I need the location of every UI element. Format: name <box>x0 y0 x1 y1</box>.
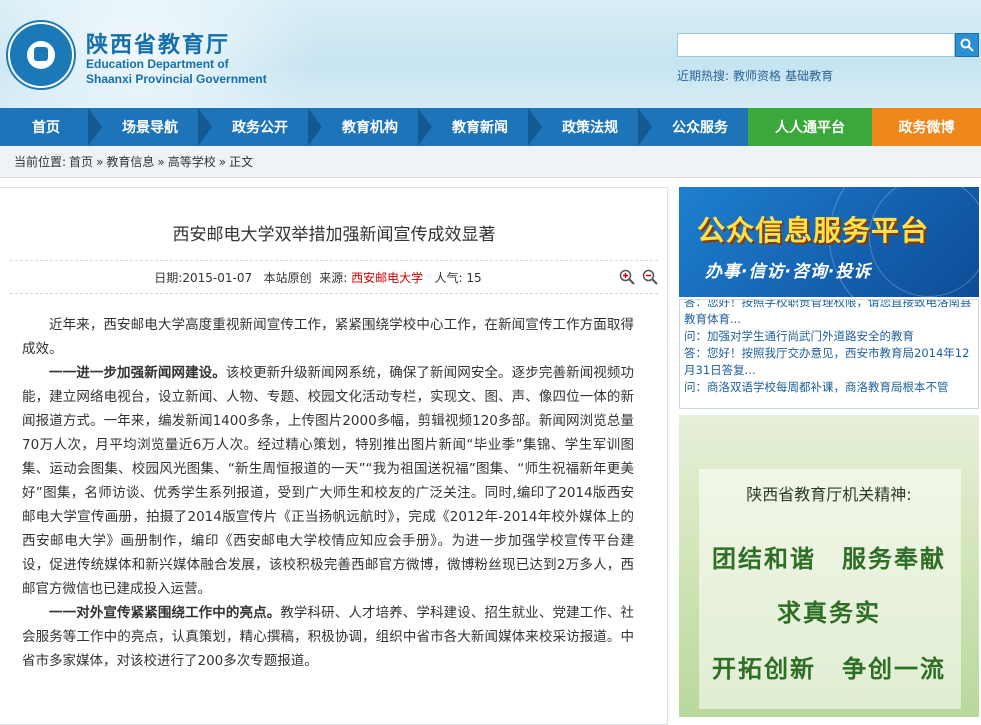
breadcrumb-label: 当前位置: <box>14 155 67 169</box>
banner-title: 公众信息服务平台 <box>697 214 930 247</box>
hot-search: 近期热搜: 教师资格 基础教育 <box>677 67 837 84</box>
hot-link-teacher[interactable]: 教师资格 <box>733 69 781 83</box>
nav-separator <box>308 108 322 146</box>
search-icon <box>960 38 974 52</box>
paragraph-text: 该校更新升级新闻网系统，确保了新闻网安全。逐步完善新闻视频功能，建立网络电视台，… <box>22 365 635 597</box>
article-source[interactable]: 西安邮电大学 <box>351 271 423 285</box>
breadcrumb-sep: » <box>96 154 104 169</box>
nav-item-policy[interactable]: 政策法规 <box>542 108 638 146</box>
qa-list: 答：您好！按照学校职责管理权限，请您直接致电洛南县教育体育... 问：加强对学生… <box>679 299 979 409</box>
breadcrumb-sep: » <box>218 154 227 169</box>
zoom-in-icon[interactable] <box>619 269 635 285</box>
banner-subtitle: 办事·信访·咨询·投诉 <box>705 262 872 282</box>
nav-item-gov-open[interactable]: 政务公开 <box>212 108 308 146</box>
search-button[interactable] <box>955 33 979 57</box>
nav-item-scenes[interactable]: 场景导航 <box>102 108 198 146</box>
spirit-line: 求真务实 <box>777 598 881 627</box>
breadcrumb: 当前位置: 首页 » 教育信息 » 高等学校 » 正文 <box>0 146 981 178</box>
article-body: 近年来，西安邮电大学高度重视新闻宣传工作，紧紧围绕学校中心工作，在新闻宣传工作方… <box>22 313 634 673</box>
nav-item-public-service[interactable]: 公众服务 <box>652 108 748 146</box>
breadcrumb-sep: » <box>157 154 165 169</box>
article-views: 15 <box>466 271 482 285</box>
nav-item-renrentong[interactable]: 人人通平台 <box>748 108 872 146</box>
hot-link-basic-edu[interactable]: 基础教育 <box>785 69 833 83</box>
nav-separator <box>528 108 542 146</box>
article-title: 西安邮电大学双举措加强新闻宣传成效显著 <box>172 225 496 245</box>
public-service-banner[interactable]: 公众信息服务平台 办事·信访·咨询·投诉 <box>679 187 979 297</box>
qa-item[interactable]: 问：商洛双语学校每周都补课，商洛教育局根本不管 <box>684 379 974 396</box>
article-paragraph: 一一对外宣传紧紧围绕工作中的亮点。教学科研、人才培养、学科建设、招生就业、党建工… <box>22 601 634 673</box>
paragraph-heading: 一一对外宣传紧紧围绕工作中的亮点。 <box>49 605 281 621</box>
article-paragraph: 一一进一步加强新闻网建设。该校更新升级新闻网系统，确保了新闻网安全。逐步完善新闻… <box>22 361 634 601</box>
breadcrumb-home[interactable]: 首页 <box>69 153 93 170</box>
date-label: 日期: <box>154 271 183 285</box>
breadcrumb-higher-edu[interactable]: 高等学校 <box>168 153 216 170</box>
site-name-cn[interactable]: 陕西省教育厅 <box>86 27 230 59</box>
article-origin: 本站原创 <box>263 271 312 285</box>
article-date: 2015-01-07 <box>182 271 253 285</box>
article-panel: 西安邮电大学双举措加强新闻宣传成效显著 日期:2015-01-07 本站原创 来… <box>0 187 668 725</box>
site-name-en-line1: Education Department of <box>86 57 229 71</box>
nav-item-institutions[interactable]: 教育机构 <box>322 108 418 146</box>
divider <box>10 293 658 294</box>
breadcrumb-current: 正文 <box>229 155 254 169</box>
views-label: 人气: <box>434 271 463 285</box>
breadcrumb-edu-info[interactable]: 教育信息 <box>106 153 154 170</box>
nav-item-home[interactable]: 首页 <box>0 108 92 146</box>
nav-separator <box>638 108 652 146</box>
qa-item[interactable]: 答：您好！按照学校职责管理权限，请您直接致电洛南县教育体育... <box>684 300 974 328</box>
qa-item[interactable]: 答：您好！按照我厅交办意见，西安市教育局2014年12月31日答复... <box>684 345 974 379</box>
nav-item-edu-news[interactable]: 教育新闻 <box>432 108 528 146</box>
search-input[interactable] <box>677 33 955 57</box>
nav-item-weibo[interactable]: 政务微博 <box>872 108 981 146</box>
article-meta: 日期:2015-01-07 本站原创 来源: 西安邮电大学 人气: 15 <box>0 269 636 286</box>
source-label: 来源: <box>319 271 348 285</box>
article-paragraph: 近年来，西安邮电大学高度重视新闻宣传工作，紧紧围绕学校中心工作，在新闻宣传工作方… <box>22 317 634 357</box>
site-header: 陕西省教育厅 Education Department of Shaanxi P… <box>0 0 981 108</box>
spirit-title: 陕西省教育厅机关精神: <box>746 485 912 504</box>
nav-separator <box>88 108 102 146</box>
department-seal-logo[interactable] <box>8 22 74 88</box>
qa-item[interactable]: 问：加强对学生通行尚武门外道路安全的教育 <box>684 328 974 345</box>
nav-separator <box>418 108 432 146</box>
site-name-en-line2: Shaanxi Provincial Government <box>86 72 267 86</box>
spirit-line: 开拓创新 争创一流 <box>712 654 946 683</box>
paragraph-heading: 一一进一步加强新闻网建设。 <box>49 365 226 381</box>
main-nav: 首页 场景导航 政务公开 教育机构 教育新闻 政策法规 公众服务 人人通平台 政… <box>0 108 981 146</box>
zoom-out-icon[interactable] <box>642 269 658 285</box>
spirit-line: 团结和谐 服务奉献 <box>712 544 946 573</box>
nav-separator <box>198 108 212 146</box>
hot-search-label: 近期热搜: <box>677 69 730 83</box>
dept-spirit-banner[interactable]: 陕西省教育厅机关精神: 团结和谐 服务奉献 求真务实 开拓创新 争创一流 <box>679 415 979 717</box>
divider <box>10 260 658 261</box>
